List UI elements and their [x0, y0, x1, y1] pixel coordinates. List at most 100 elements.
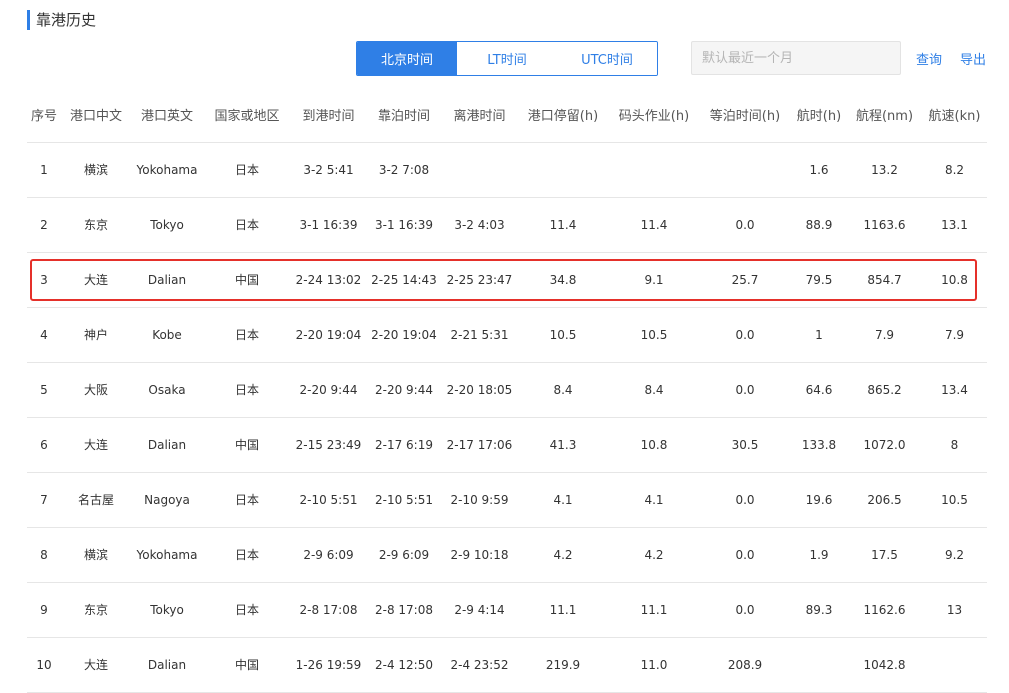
cell-terminal-work	[609, 142, 699, 198]
cell-index: 1	[27, 142, 61, 198]
cell-departure-time: 2-21 5:31	[442, 307, 517, 363]
cell-port-stay: 41.3	[517, 417, 609, 473]
cell-berth-wait: 0.0	[699, 582, 791, 638]
cell-sail-hours: 89.3	[791, 582, 847, 638]
cell-country: 日本	[203, 527, 291, 583]
cell-port-cn: 名古屋	[61, 472, 131, 528]
cell-sail-hours: 1.9	[791, 527, 847, 583]
cell-port-cn: 东京	[61, 582, 131, 638]
table-row: 9 东京 Tokyo 日本 2-8 17:08 2-8 17:08 2-9 4:14 11.1…	[27, 582, 987, 638]
cell-port-cn: 大阪	[61, 362, 131, 418]
column-header-arrival-time: 到港时间	[291, 88, 366, 143]
cell-departure-time: 2-9 4:14	[442, 582, 517, 638]
cell-port-en: Tokyo	[131, 197, 203, 253]
cell-port-cn: 大连	[61, 252, 131, 308]
table-row: 2 东京 Tokyo 日本 3-1 16:39 3-1 16:39 3-2 4:03 11.4…	[27, 197, 987, 253]
cell-distance: 1163.6	[847, 197, 922, 253]
column-header-index: 序号	[27, 88, 61, 143]
cell-index: 6	[27, 417, 61, 473]
time-mode-utc-button[interactable]: UTC时间	[557, 42, 657, 75]
cell-berth-time: 3-1 16:39	[366, 197, 442, 253]
cell-distance: 206.5	[847, 472, 922, 528]
cell-index: 7	[27, 472, 61, 528]
cell-country: 日本	[203, 307, 291, 363]
cell-index: 2	[27, 197, 61, 253]
cell-arrival-time: 2-10 5:51	[291, 472, 366, 528]
column-header-port-cn: 港口中文	[61, 88, 131, 143]
cell-country: 日本	[203, 582, 291, 638]
page-title: 靠港历史	[36, 11, 97, 29]
cell-arrival-time: 2-20 9:44	[291, 362, 366, 418]
time-mode-toggle: 北京时间 LT时间 UTC时间	[356, 41, 658, 76]
cell-index: 4	[27, 307, 61, 363]
cell-arrival-time: 2-24 13:02	[291, 252, 366, 308]
cell-berth-wait: 0.0	[699, 362, 791, 418]
column-header-country: 国家或地区	[203, 88, 291, 143]
date-range-input[interactable]	[691, 41, 901, 75]
cell-berth-wait: 25.7	[699, 252, 791, 308]
cell-port-en: Dalian	[131, 252, 203, 308]
cell-country: 日本	[203, 197, 291, 253]
cell-terminal-work: 10.5	[609, 307, 699, 363]
cell-port-en: Dalian	[131, 417, 203, 473]
cell-country: 日本	[203, 142, 291, 198]
table-row: 7 名古屋 Nagoya 日本 2-10 5:51 2-10 5:51 2-10 9:59 4…	[27, 472, 987, 528]
cell-berth-wait: 30.5	[699, 417, 791, 473]
cell-berth-time: 2-9 6:09	[366, 527, 442, 583]
cell-speed: 13.4	[922, 362, 987, 418]
cell-speed: 13	[922, 582, 987, 638]
cell-berth-time: 3-2 7:08	[366, 142, 442, 198]
cell-terminal-work: 8.4	[609, 362, 699, 418]
cell-sail-hours: 133.8	[791, 417, 847, 473]
cell-port-en: Nagoya	[131, 472, 203, 528]
cell-speed: 7.9	[922, 307, 987, 363]
cell-index: 3	[27, 252, 61, 308]
cell-berth-wait	[699, 142, 791, 198]
cell-index: 9	[27, 582, 61, 638]
cell-speed: 10.5	[922, 472, 987, 528]
cell-terminal-work: 11.1	[609, 582, 699, 638]
export-button[interactable]: 导出	[960, 49, 986, 68]
cell-port-stay: 10.5	[517, 307, 609, 363]
cell-port-en: Kobe	[131, 307, 203, 363]
table-header-row: 序号 港口中文 港口英文 国家或地区 到港时间 靠泊时间 离港时间 港口停留(h) 码头作业(h…	[27, 88, 987, 143]
cell-port-en: Tokyo	[131, 582, 203, 638]
column-header-distance: 航程(nm)	[847, 88, 922, 143]
cell-departure-time: 2-17 17:06	[442, 417, 517, 473]
cell-country: 中国	[203, 252, 291, 308]
column-header-speed: 航速(kn)	[922, 88, 987, 143]
cell-terminal-work: 10.8	[609, 417, 699, 473]
cell-port-stay: 8.4	[517, 362, 609, 418]
column-header-berth-wait: 等泊时间(h)	[699, 88, 791, 143]
cell-arrival-time: 2-9 6:09	[291, 527, 366, 583]
cell-port-cn: 大连	[61, 417, 131, 473]
cell-terminal-work: 9.1	[609, 252, 699, 308]
column-header-port-en: 港口英文	[131, 88, 203, 143]
cell-terminal-work: 4.2	[609, 527, 699, 583]
cell-departure-time: 2-9 10:18	[442, 527, 517, 583]
cell-country: 日本	[203, 362, 291, 418]
cell-port-cn: 神户	[61, 307, 131, 363]
cell-departure-time: 2-25 23:47	[442, 252, 517, 308]
table-row: 6 大连 Dalian 中国 2-15 23:49 2-17 6:19 2-17 17:06…	[27, 417, 987, 473]
cell-port-stay	[517, 142, 609, 198]
cell-port-stay: 11.1	[517, 582, 609, 638]
cell-speed: 13.1	[922, 197, 987, 253]
time-mode-lt-button[interactable]: LT时间	[457, 42, 557, 75]
cell-port-en: Osaka	[131, 362, 203, 418]
cell-sail-hours: 19.6	[791, 472, 847, 528]
cell-port-cn: 横滨	[61, 527, 131, 583]
time-mode-beijing-button[interactable]: 北京时间	[357, 42, 457, 75]
cell-berth-wait: 0.0	[699, 527, 791, 583]
cell-berth-time: 2-20 19:04	[366, 307, 442, 363]
cell-port-cn: 横滨	[61, 142, 131, 198]
column-header-port-stay: 港口停留(h)	[517, 88, 609, 143]
cell-speed: 8.2	[922, 142, 987, 198]
query-button[interactable]: 查询	[916, 49, 942, 68]
cell-terminal-work: 4.1	[609, 472, 699, 528]
cell-arrival-time: 2-8 17:08	[291, 582, 366, 638]
cell-port-stay: 34.8	[517, 252, 609, 308]
cell-departure-time: 2-10 9:59	[442, 472, 517, 528]
cell-berth-wait: 0.0	[699, 472, 791, 528]
cell-berth-time: 2-25 14:43	[366, 252, 442, 308]
